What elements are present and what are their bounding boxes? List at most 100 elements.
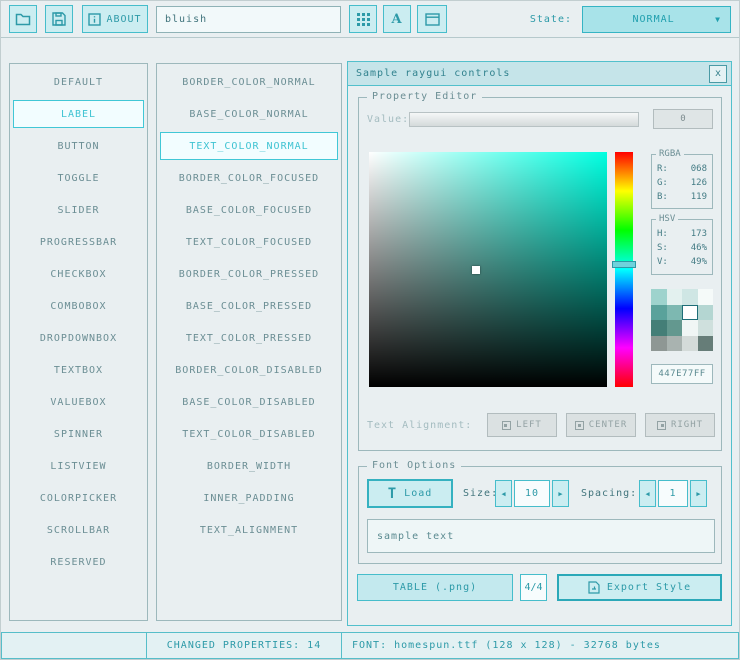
- color-swatch-selected[interactable]: [682, 305, 698, 321]
- open-style-button[interactable]: [9, 5, 37, 33]
- hsv-panel: HSV H: 173 S: 46% V: 49%: [651, 219, 713, 275]
- test-window-button[interactable]: [417, 5, 447, 33]
- size-decrement-button[interactable]: ◀: [495, 480, 512, 507]
- color-swatch[interactable]: [682, 336, 698, 352]
- control-item[interactable]: CHECKBOX: [13, 260, 144, 288]
- property-item[interactable]: BASE_COLOR_PRESSED: [160, 292, 338, 320]
- color-swatch[interactable]: [682, 289, 698, 305]
- property-item-selected[interactable]: TEXT_COLOR_NORMAL: [160, 132, 338, 160]
- pages-value-box[interactable]: 4/4: [520, 574, 547, 601]
- control-item[interactable]: LISTVIEW: [13, 452, 144, 480]
- export-style-button[interactable]: Export Style: [557, 574, 722, 601]
- control-item[interactable]: RESERVED: [13, 548, 144, 576]
- load-font-button[interactable]: T Load: [367, 479, 453, 508]
- color-swatch[interactable]: [698, 336, 714, 352]
- color-swatch[interactable]: [667, 320, 683, 336]
- property-item[interactable]: INNER_PADDING: [160, 484, 338, 512]
- font-a-icon: A: [391, 12, 402, 27]
- close-button[interactable]: x: [709, 65, 727, 83]
- property-item[interactable]: TEXT_COLOR_FOCUSED: [160, 228, 338, 256]
- hex-value-box[interactable]: 447E77FF: [651, 364, 713, 384]
- property-item[interactable]: BASE_COLOR_NORMAL: [160, 100, 338, 128]
- export-style-label: Export Style: [607, 582, 691, 593]
- font-t-icon: T: [388, 486, 397, 502]
- property-item[interactable]: TEXT_COLOR_DISABLED: [160, 420, 338, 448]
- size-value-box[interactable]: 10: [514, 480, 550, 507]
- control-item-selected[interactable]: LABEL: [13, 100, 144, 128]
- about-button[interactable]: ABOUT: [82, 5, 148, 33]
- color-picker-cursor[interactable]: [472, 266, 480, 274]
- hue-slider-handle[interactable]: [612, 261, 636, 268]
- sample-text-box[interactable]: sample text: [367, 519, 715, 553]
- v-value: 49%: [691, 255, 707, 269]
- color-swatch[interactable]: [651, 305, 667, 321]
- property-item[interactable]: TEXT_ALIGNMENT: [160, 516, 338, 544]
- color-swatch[interactable]: [651, 289, 667, 305]
- control-item[interactable]: TEXTBOX: [13, 356, 144, 384]
- control-item[interactable]: SLIDER: [13, 196, 144, 224]
- size-increment-button[interactable]: ▶: [552, 480, 569, 507]
- property-editor-group: Property Editor Value: 0 RGBA R: 068 G: …: [358, 97, 722, 451]
- value-slider[interactable]: [409, 112, 639, 127]
- color-swatch[interactable]: [698, 320, 714, 336]
- color-swatch[interactable]: [651, 320, 667, 336]
- sample-controls-window: Sample raygui controls x Property Editor…: [347, 61, 732, 626]
- property-item[interactable]: BORDER_COLOR_DISABLED: [160, 356, 338, 384]
- hsv-h-row: H: 173: [657, 227, 707, 241]
- property-item[interactable]: BORDER_COLOR_PRESSED: [160, 260, 338, 288]
- color-swatch[interactable]: [682, 320, 698, 336]
- font-info-status: FONT: homespun.ttf (128 x 128) - 32768 b…: [341, 632, 739, 659]
- state-dropdown[interactable]: NORMAL ▼: [582, 6, 731, 33]
- color-swatch[interactable]: [667, 336, 683, 352]
- property-item[interactable]: BORDER_COLOR_FOCUSED: [160, 164, 338, 192]
- value-button[interactable]: 0: [653, 109, 713, 129]
- color-swatch[interactable]: [651, 336, 667, 352]
- rgba-label: RGBA: [656, 149, 684, 159]
- align-center-button[interactable]: CENTER: [566, 413, 636, 437]
- property-item[interactable]: BORDER_WIDTH: [160, 452, 338, 480]
- color-picker-panel[interactable]: [369, 152, 607, 387]
- spacing-value-box[interactable]: 1: [658, 480, 688, 507]
- align-left-button[interactable]: LEFT: [487, 413, 557, 437]
- text-alignment-row: Text Alignment: LEFT CENTER: [367, 412, 715, 438]
- property-item[interactable]: BORDER_COLOR_NORMAL: [160, 68, 338, 96]
- control-item[interactable]: COLORPICKER: [13, 484, 144, 512]
- color-swatch[interactable]: [667, 305, 683, 321]
- control-item[interactable]: DROPDOWNBOX: [13, 324, 144, 352]
- control-item[interactable]: VALUEBOX: [13, 388, 144, 416]
- hsv-v-row: V: 49%: [657, 255, 707, 269]
- spacing-increment-button[interactable]: ▶: [690, 480, 707, 507]
- color-swatch[interactable]: [667, 289, 683, 305]
- sample-window-titlebar[interactable]: Sample raygui controls x: [348, 62, 731, 86]
- control-item[interactable]: PROGRESSBAR: [13, 228, 144, 256]
- color-swatch[interactable]: [698, 289, 714, 305]
- g-label: G:: [657, 176, 668, 190]
- align-right-button[interactable]: RIGHT: [645, 413, 715, 437]
- hue-slider[interactable]: [615, 152, 633, 387]
- style-table-button[interactable]: [349, 5, 377, 33]
- r-label: R:: [657, 162, 668, 176]
- save-icon: [52, 12, 66, 26]
- folder-icon: [15, 12, 31, 26]
- rgba-g-row: G: 126: [657, 176, 707, 190]
- property-item[interactable]: TEXT_COLOR_PRESSED: [160, 324, 338, 352]
- control-item[interactable]: DEFAULT: [13, 68, 144, 96]
- property-item[interactable]: BASE_COLOR_FOCUSED: [160, 196, 338, 224]
- control-item[interactable]: SCROLLBAR: [13, 516, 144, 544]
- control-item[interactable]: TOGGLE: [13, 164, 144, 192]
- h-value: 173: [691, 227, 707, 241]
- font-atlas-button[interactable]: A: [383, 5, 411, 33]
- rgba-r-row: R: 068: [657, 162, 707, 176]
- control-item[interactable]: COMBOBOX: [13, 292, 144, 320]
- chevron-right-icon: ▶: [696, 490, 700, 498]
- color-swatch[interactable]: [698, 305, 714, 321]
- info-icon: [88, 13, 101, 26]
- control-item[interactable]: SPINNER: [13, 420, 144, 448]
- property-item[interactable]: BASE_COLOR_DISABLED: [160, 388, 338, 416]
- export-format-dropdown[interactable]: TABLE (.png): [357, 574, 513, 601]
- save-style-button[interactable]: [45, 5, 73, 33]
- style-name-input[interactable]: [156, 6, 341, 33]
- spacing-decrement-button[interactable]: ◀: [639, 480, 656, 507]
- control-item[interactable]: BUTTON: [13, 132, 144, 160]
- value-label: Value:: [367, 114, 409, 125]
